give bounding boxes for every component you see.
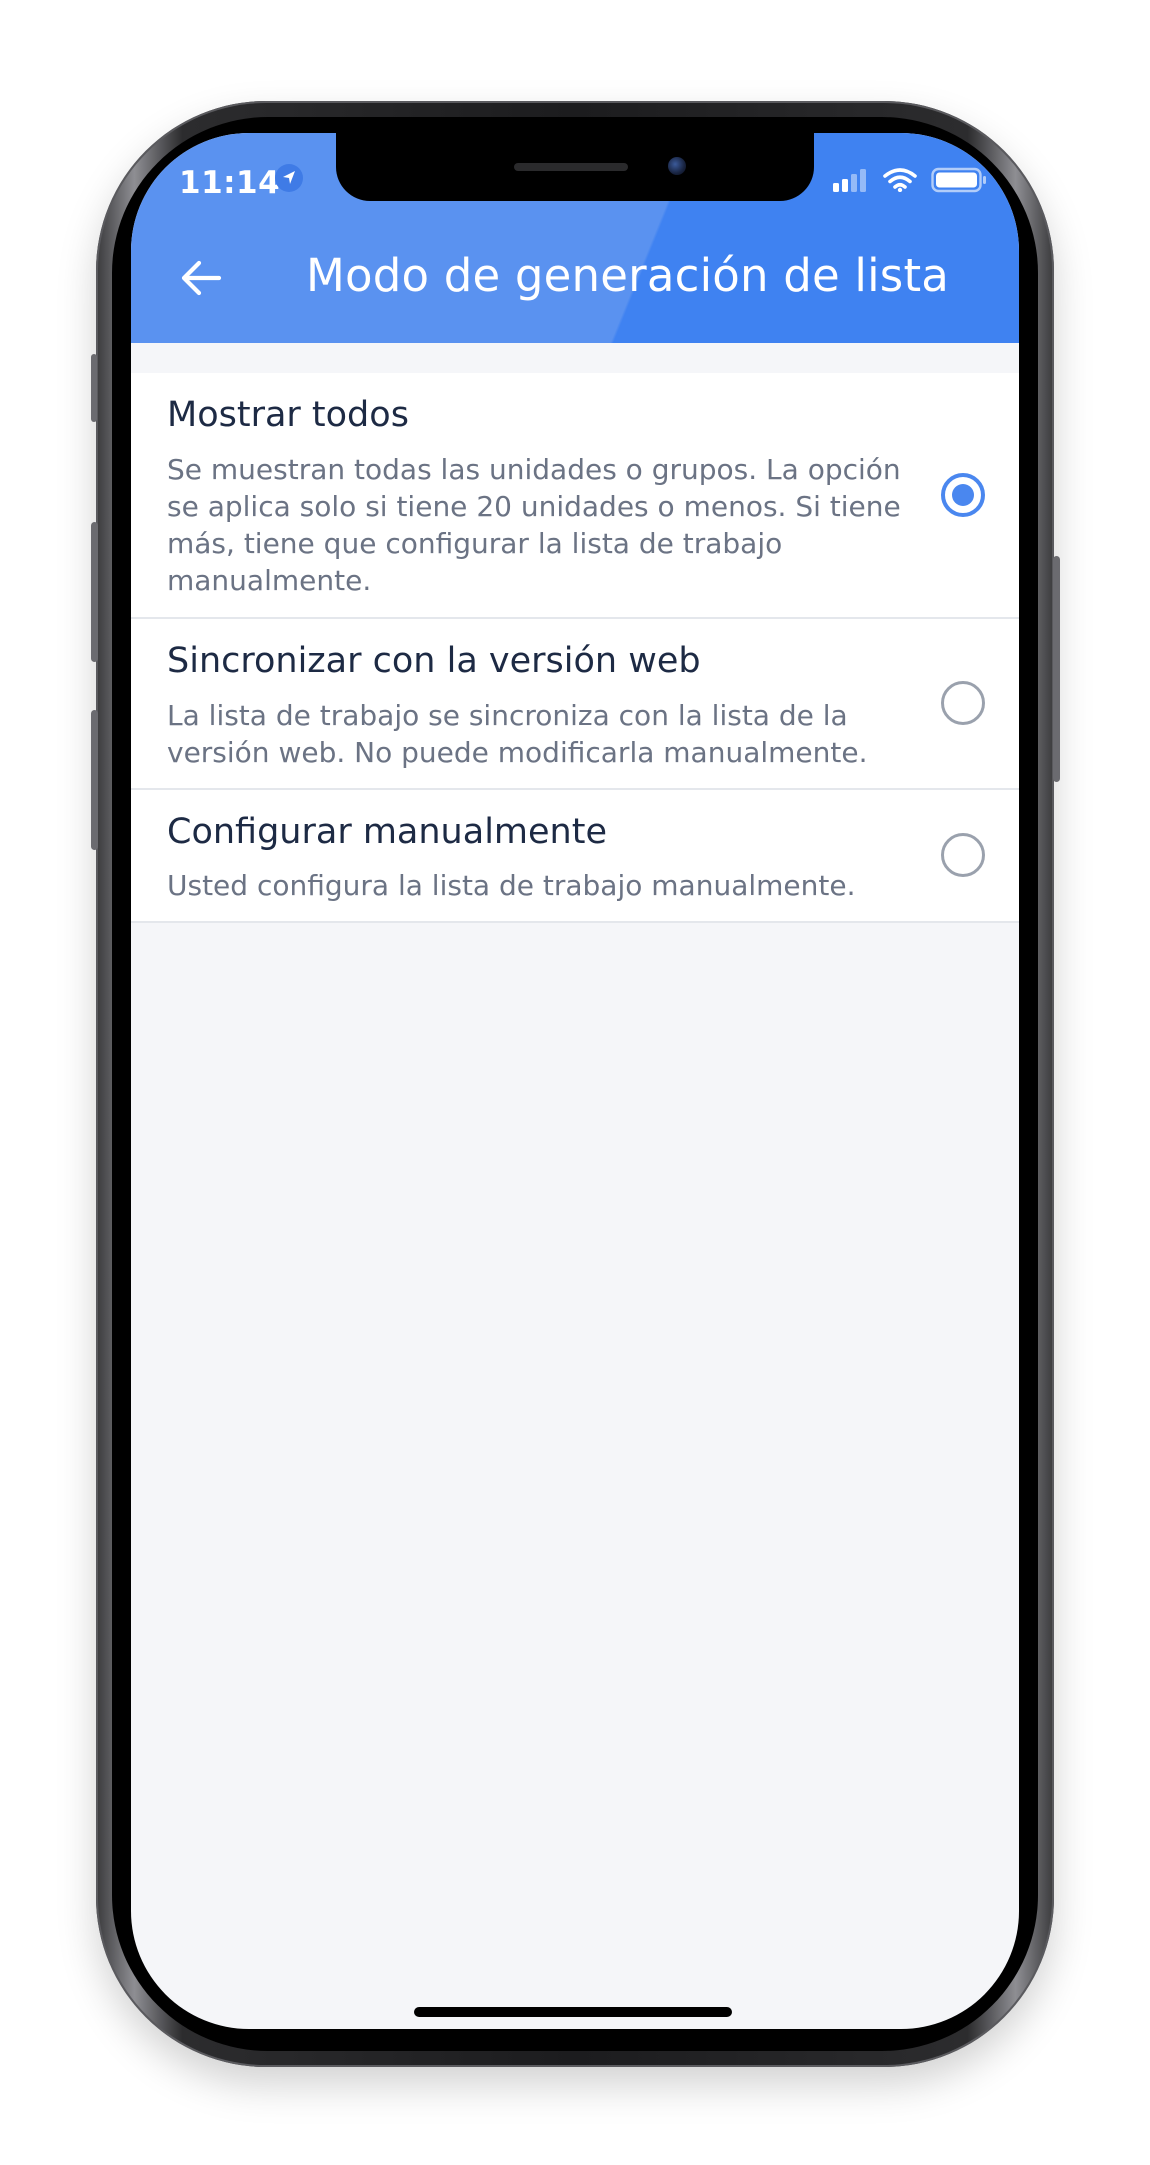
home-indicator [414,2007,732,2017]
option-mostrar-todos[interactable]: Mostrar todos Se muestran todas las unid… [131,373,1019,619]
phone-power-button [1053,556,1060,782]
notch [336,133,814,201]
location-arrow-icon [274,163,304,197]
radio-unselected[interactable] [941,681,985,725]
phone-mute-switch [91,354,97,422]
phone-volume-down-button [91,710,98,850]
app-screen: 11:14 Modo de generación de lista Mostra… [131,133,1019,2029]
arrow-left-icon [181,260,222,296]
option-sincronizar-web[interactable]: Sincronizar con la versión web La lista … [131,619,1019,790]
option-title: Configurar manualmente [167,812,607,852]
option-description: La lista de trabajo se sincroniza con la… [167,699,868,769]
back-button[interactable] [171,248,231,308]
status-icons [833,167,987,197]
battery-icon [931,167,987,197]
option-description: Se muestran todas las unidades o grupos.… [167,453,901,597]
app-header: 11:14 Modo de generación de lista [131,133,1019,343]
front-camera [668,157,686,175]
cellular-signal-icon [833,168,869,196]
options-list: Mostrar todos Se muestran todas las unid… [131,373,1019,923]
page-title: Modo de generación de lista [306,249,950,302]
wifi-icon [883,168,917,196]
option-configurar-manualmente[interactable]: Configurar manualmente Usted configura l… [131,790,1019,923]
phone-volume-up-button [91,522,98,662]
radio-unselected[interactable] [941,833,985,877]
option-description: Usted configura la lista de trabajo manu… [167,869,856,902]
speaker-grille [514,163,628,171]
option-title: Mostrar todos [167,395,409,435]
status-time: 11:14 [179,165,281,201]
option-title: Sincronizar con la versión web [167,641,701,681]
radio-selected[interactable] [941,473,985,517]
